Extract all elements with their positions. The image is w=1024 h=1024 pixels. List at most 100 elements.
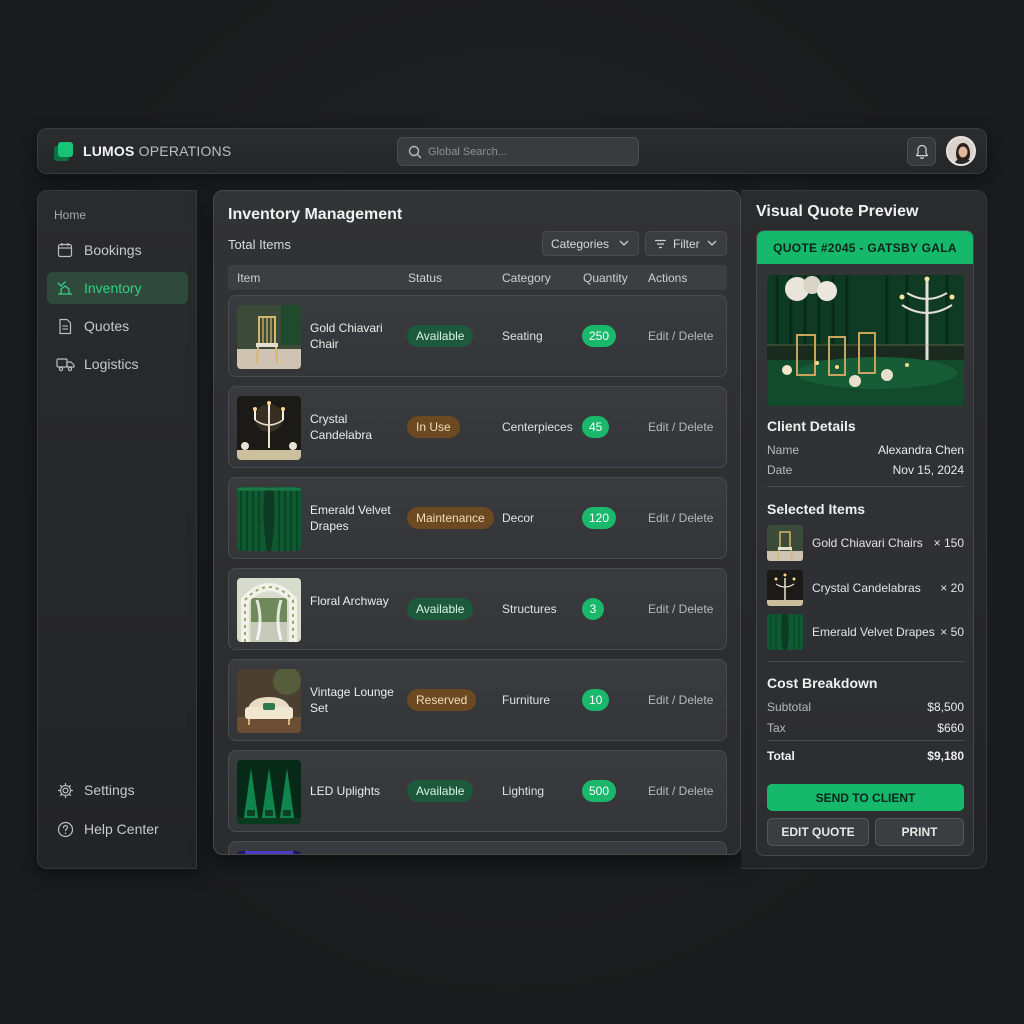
sidebar-item-label: Quotes bbox=[84, 318, 130, 334]
column-header[interactable]: Item bbox=[237, 271, 260, 285]
column-header[interactable]: Quantity bbox=[583, 271, 628, 285]
chevron-down-icon bbox=[707, 240, 717, 246]
item-name: Crystal Candelabra bbox=[310, 412, 373, 442]
search-icon bbox=[408, 145, 422, 159]
quantity-badge: 3 bbox=[582, 598, 604, 620]
filter-label: Filter bbox=[673, 236, 700, 251]
breadcrumb-home[interactable]: Home bbox=[54, 208, 86, 222]
selected-item-name: Emerald Velvet Drapes bbox=[812, 625, 935, 639]
item-thumbnail bbox=[237, 305, 301, 369]
table-row[interactable] bbox=[228, 841, 727, 854]
logo-icon bbox=[54, 142, 74, 162]
subtotal-label: Subtotal bbox=[767, 700, 812, 714]
sidebar-item-quotes[interactable]: Quotes bbox=[47, 310, 188, 342]
status-badge: Available bbox=[407, 325, 474, 347]
quantity-badge: 120 bbox=[582, 507, 617, 529]
tax-value: $660 bbox=[937, 721, 964, 735]
sidebar-item-settings[interactable]: Settings bbox=[47, 774, 188, 806]
item-thumbnail bbox=[767, 614, 803, 650]
item-category: Furniture bbox=[502, 693, 551, 707]
item-name: Emerald Velvet Drapes bbox=[310, 503, 391, 533]
global-search[interactable] bbox=[397, 137, 639, 166]
edit-delete-actions[interactable]: Edit / Delete bbox=[648, 602, 713, 616]
item-thumbnail bbox=[237, 669, 301, 733]
item-category: Structures bbox=[502, 602, 557, 616]
quote-card: QUOTE #2045 - GATSBY GALA Client Details… bbox=[756, 230, 974, 856]
document-icon bbox=[55, 316, 75, 336]
table-row[interactable]: Vintage Lounge Set Reserved Furniture 10… bbox=[228, 659, 727, 741]
sidebar-item-inventory[interactable]: Inventory bbox=[47, 272, 188, 304]
tax-label: Tax bbox=[767, 721, 786, 735]
quantity-badge: 45 bbox=[582, 416, 610, 438]
quote-preview-panel: Visual Quote Preview QUOTE #2045 - GATSB… bbox=[741, 190, 987, 869]
quote-header: QUOTE #2045 - GATSBY GALA bbox=[757, 231, 973, 264]
column-header[interactable]: Actions bbox=[648, 271, 687, 285]
item-name: Floral Archway bbox=[310, 594, 389, 608]
table-row[interactable]: LED Uplights Available Lighting 500 Edit… bbox=[228, 750, 727, 832]
calendar-icon bbox=[55, 240, 75, 260]
edit-delete-actions[interactable]: Edit / Delete bbox=[648, 693, 713, 707]
selected-item-qty: × 150 bbox=[933, 536, 964, 550]
page-title: Inventory Management bbox=[228, 206, 403, 223]
item-thumbnail bbox=[237, 760, 301, 824]
categories-dropdown[interactable]: Categories bbox=[542, 231, 639, 256]
item-thumbnail bbox=[237, 487, 301, 551]
sidebar-item-label: Inventory bbox=[84, 280, 142, 296]
edit-quote-button[interactable]: EDIT QUOTE bbox=[767, 818, 869, 846]
edit-delete-actions[interactable]: Edit / Delete bbox=[648, 784, 713, 798]
edit-delete-actions[interactable]: Edit / Delete bbox=[648, 329, 713, 343]
status-badge: Available bbox=[407, 780, 474, 802]
edit-delete-actions[interactable]: Edit / Delete bbox=[648, 511, 713, 525]
selected-item-name: Gold Chiavari Chairs bbox=[812, 536, 923, 550]
help-icon bbox=[55, 819, 75, 839]
quantity-badge: 500 bbox=[582, 780, 617, 802]
inventory-icon bbox=[55, 278, 75, 298]
column-header[interactable]: Status bbox=[408, 271, 442, 285]
selected-item: Crystal Candelabras × 20 bbox=[767, 570, 964, 606]
bell-icon bbox=[916, 144, 928, 160]
divider bbox=[767, 661, 964, 662]
sidebar-item-logistics[interactable]: Logistics bbox=[47, 348, 188, 380]
filter-icon bbox=[655, 239, 666, 248]
sidebar-item-label: Help Center bbox=[84, 821, 159, 837]
quantity-badge: 250 bbox=[582, 325, 617, 347]
divider bbox=[767, 740, 964, 741]
sidebar-item-label: Settings bbox=[84, 782, 135, 798]
sidebar-item-label: Logistics bbox=[84, 356, 139, 372]
date-label: Date bbox=[767, 463, 793, 477]
status-badge: Reserved bbox=[407, 689, 477, 711]
filter-dropdown[interactable]: Filter bbox=[645, 231, 727, 256]
brand-primary: LUMOS bbox=[83, 143, 135, 159]
edit-delete-actions[interactable]: Edit / Delete bbox=[648, 420, 713, 434]
sidebar-item-help-center[interactable]: Help Center bbox=[47, 813, 188, 845]
user-avatar[interactable] bbox=[946, 136, 976, 166]
categories-label: Categories bbox=[551, 236, 610, 251]
status-badge: Available bbox=[407, 598, 474, 620]
truck-icon bbox=[55, 354, 75, 374]
table-header: Item Status Category Quantity Actions bbox=[228, 265, 727, 290]
client-details-heading: Client Details bbox=[767, 418, 856, 434]
item-category: Decor bbox=[502, 511, 535, 525]
status-badge: In Use bbox=[407, 416, 460, 438]
item-name: Gold Chiavari Chair bbox=[310, 321, 383, 351]
total-value: $9,180 bbox=[927, 749, 964, 763]
sidebar-item-label: Bookings bbox=[84, 242, 142, 258]
sidebar-item-bookings[interactable]: Bookings bbox=[47, 234, 188, 266]
search-input[interactable] bbox=[428, 144, 628, 160]
send-to-client-button[interactable]: SEND TO CLIENT bbox=[767, 784, 964, 811]
status-badge: Maintenance bbox=[407, 507, 494, 529]
table-row[interactable]: Crystal Candelabra In Use Centerpieces 4… bbox=[228, 386, 727, 468]
table-row[interactable]: Gold Chiavari Chair Available Seating 25… bbox=[228, 295, 727, 377]
notifications-button[interactable] bbox=[907, 137, 936, 166]
print-button[interactable]: PRINT bbox=[875, 818, 964, 846]
subtotal-value: $8,500 bbox=[927, 700, 964, 714]
item-thumbnail bbox=[237, 396, 301, 460]
selected-item: Emerald Velvet Drapes × 50 bbox=[767, 614, 964, 650]
divider bbox=[767, 486, 964, 487]
column-header[interactable]: Category bbox=[502, 271, 551, 285]
table-row[interactable]: Floral Archway Available Structures 3 Ed… bbox=[228, 568, 727, 650]
table-row[interactable]: Emerald Velvet Drapes Maintenance Decor … bbox=[228, 477, 727, 559]
item-category: Centerpieces bbox=[502, 420, 573, 434]
total-items-label: Total Items bbox=[228, 237, 291, 252]
name-value: Alexandra Chen bbox=[877, 443, 964, 457]
